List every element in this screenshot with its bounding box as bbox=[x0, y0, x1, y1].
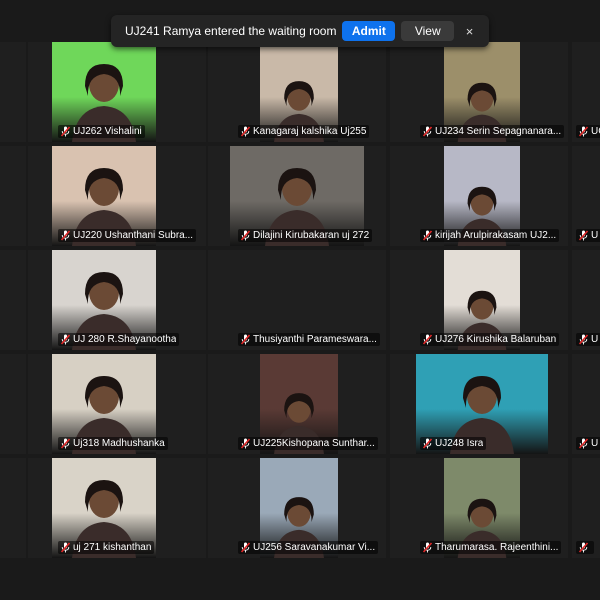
muted-mic-icon bbox=[423, 438, 432, 449]
participant-name: UJ 280 R.Shayanootha bbox=[73, 334, 177, 345]
muted-mic-icon bbox=[579, 542, 588, 553]
participant-tile[interactable]: UJ225Kishopana Sunthar... bbox=[208, 354, 386, 454]
participant-name-label: UJ248 Isra bbox=[420, 437, 487, 450]
muted-mic-icon bbox=[423, 126, 432, 137]
participant-name-label: UJ225Kishopana Sunthar... bbox=[238, 437, 378, 450]
participant-tile[interactable]: UJ 280 R.Shayanootha bbox=[28, 250, 206, 350]
participant-tile[interactable]: UJ234 Serin Sepagnanara... bbox=[390, 42, 568, 142]
muted-mic-icon bbox=[423, 230, 432, 241]
close-icon[interactable]: × bbox=[460, 24, 479, 39]
muted-mic-icon bbox=[423, 542, 432, 553]
participant-name-label: kirijah Arulpirakasam UJ2... bbox=[420, 229, 560, 242]
participant-name: UJ256 Saravanakumar Vi... bbox=[253, 542, 376, 553]
participant-name-label: UJ234 Serin Sepagnanara... bbox=[420, 125, 565, 138]
participant-name-label: UJ 280 R.Shayanootha bbox=[58, 333, 180, 346]
participant-name-label: U bbox=[576, 229, 600, 242]
participant-tile-offscreen bbox=[0, 458, 26, 558]
muted-mic-icon bbox=[241, 334, 250, 345]
participant-tile-offscreen bbox=[0, 354, 26, 454]
muted-mic-icon bbox=[579, 126, 588, 137]
participant-tile[interactable]: UJ262 Vishalini bbox=[28, 42, 206, 142]
participant-name: UJ225Kishopana Sunthar... bbox=[253, 438, 375, 449]
participant-tile[interactable]: U bbox=[572, 146, 600, 246]
participant-name: kirijah Arulpirakasam UJ2... bbox=[435, 230, 557, 241]
participant-name-label: UJ262 Vishalini bbox=[58, 125, 145, 138]
muted-mic-icon bbox=[241, 126, 250, 137]
participant-name-label: U bbox=[576, 333, 600, 346]
view-button[interactable]: View bbox=[401, 21, 455, 41]
participant-tile[interactable]: uj 271 kishanthan bbox=[28, 458, 206, 558]
participant-tile[interactable]: UJ248 Isra bbox=[390, 354, 568, 454]
notification-message: UJ241 Ramya entered the waiting room bbox=[125, 24, 337, 38]
participant-tile-offscreen bbox=[0, 250, 26, 350]
muted-mic-icon bbox=[579, 438, 588, 449]
video-grid: UJ262 Vishalini Kanagaraj kalshika Uj255 U… bbox=[0, 0, 600, 600]
participant-name-label: UJ276 Kirushika Balaruban bbox=[420, 333, 560, 346]
muted-mic-icon bbox=[61, 126, 70, 137]
admit-button[interactable]: Admit bbox=[342, 21, 396, 41]
participant-name-label: Dilajini Kirubakaran uj 272 bbox=[238, 229, 373, 242]
participant-name-label: Kanagaraj kalshika Uj255 bbox=[238, 125, 370, 138]
participant-tile[interactable]: UC bbox=[572, 42, 600, 142]
participant-tile-offscreen bbox=[0, 146, 26, 246]
participant-name: UJ220 Ushanthani Subra... bbox=[73, 230, 194, 241]
participant-tile[interactable]: Uj318 Madhushanka bbox=[28, 354, 206, 454]
participant-name-label: UJ256 Saravanakumar Vi... bbox=[238, 541, 379, 554]
participant-name: uj 271 kishanthan bbox=[73, 542, 152, 553]
muted-mic-icon bbox=[579, 334, 588, 345]
participant-name: Thusiyanthi Parameswara... bbox=[253, 334, 377, 345]
muted-mic-icon bbox=[241, 542, 250, 553]
participant-name: UJ276 Kirushika Balaruban bbox=[435, 334, 557, 345]
participant-tile[interactable]: kirijah Arulpirakasam UJ2... bbox=[390, 146, 568, 246]
participant-name-label: uj 271 kishanthan bbox=[58, 541, 155, 554]
participant-name: UJ234 Serin Sepagnanara... bbox=[435, 126, 562, 137]
participant-tile[interactable]: UJ276 Kirushika Balaruban bbox=[390, 250, 568, 350]
participant-name: U bbox=[591, 438, 599, 449]
participant-tile[interactable]: U bbox=[572, 250, 600, 350]
muted-mic-icon bbox=[61, 334, 70, 345]
participant-tile[interactable]: U bbox=[572, 354, 600, 454]
participant-tile-offscreen bbox=[0, 42, 26, 142]
waiting-room-notification: UJ241 Ramya entered the waiting room Adm… bbox=[111, 15, 489, 47]
participant-name-label: Thusiyanthi Parameswara... bbox=[238, 333, 380, 346]
participant-name-label: UJ220 Ushanthani Subra... bbox=[58, 229, 197, 242]
participant-name: UJ262 Vishalini bbox=[73, 126, 142, 137]
muted-mic-icon bbox=[61, 438, 70, 449]
muted-mic-icon bbox=[241, 230, 250, 241]
participant-tile[interactable]: UJ220 Ushanthani Subra... bbox=[28, 146, 206, 246]
participant-tile[interactable]: Dilajini Kirubakaran uj 272 bbox=[208, 146, 386, 246]
participant-name-label: Uj318 Madhushanka bbox=[58, 437, 168, 450]
muted-mic-icon bbox=[423, 334, 432, 345]
participant-name: Kanagaraj kalshika Uj255 bbox=[253, 126, 367, 137]
participant-name: UJ248 Isra bbox=[435, 438, 484, 449]
muted-mic-icon bbox=[61, 542, 70, 553]
participant-name-label: UC bbox=[576, 125, 600, 138]
participant-name: U bbox=[591, 334, 599, 345]
participant-tile[interactable]: Kanagaraj kalshika Uj255 bbox=[208, 42, 386, 142]
muted-mic-icon bbox=[579, 230, 588, 241]
participant-tile[interactable]: UJ256 Saravanakumar Vi... bbox=[208, 458, 386, 558]
participant-name: Tharumarasa. Rajeenthini... bbox=[435, 542, 559, 553]
participant-name-label: Tharumarasa. Rajeenthini... bbox=[420, 541, 562, 554]
participant-name: U bbox=[591, 230, 599, 241]
participant-name-label bbox=[576, 541, 594, 554]
participant-tile[interactable] bbox=[572, 458, 600, 558]
participant-name-label: U bbox=[576, 437, 600, 450]
participant-name: Dilajini Kirubakaran uj 272 bbox=[253, 230, 370, 241]
participant-name: UC bbox=[591, 126, 600, 137]
participant-tile[interactable]: Thusiyanthi Parameswara... bbox=[208, 250, 386, 350]
muted-mic-icon bbox=[61, 230, 70, 241]
participant-name: Uj318 Madhushanka bbox=[73, 438, 165, 449]
participant-tile[interactable]: Tharumarasa. Rajeenthini... bbox=[390, 458, 568, 558]
muted-mic-icon bbox=[241, 438, 250, 449]
